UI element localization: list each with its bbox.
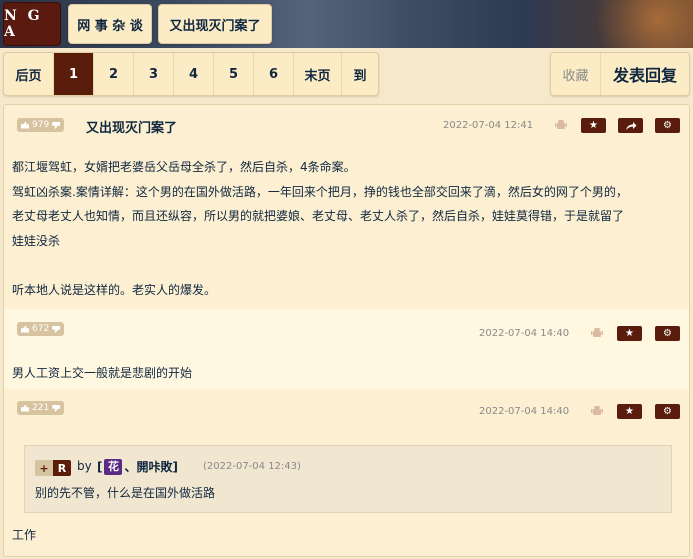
- quote-by-label: by: [77, 459, 92, 473]
- settings-button[interactable]: ⚙: [655, 118, 680, 133]
- thumb-down-icon[interactable]: [52, 325, 61, 333]
- favorite-button[interactable]: 收藏: [551, 53, 601, 95]
- gear-icon: ⚙: [663, 406, 672, 417]
- android-icon: [591, 328, 603, 337]
- content-line: 娃娃没杀: [12, 233, 61, 248]
- post-3: 221 2022-07-04 14:40 ★ ⚙ + R by [ 花 、開咔敗…: [4, 389, 689, 556]
- thread-actions: 收藏 发表回复: [550, 52, 690, 96]
- star-button[interactable]: ★: [617, 326, 642, 341]
- username-text: 、開咔敗]: [124, 460, 178, 474]
- thumb-down-icon[interactable]: [52, 404, 61, 412]
- android-icon: [555, 120, 567, 129]
- breadcrumb-thread[interactable]: 又出现灭门案了: [158, 4, 272, 44]
- quote-username[interactable]: [ 花 、開咔敗]: [97, 458, 178, 475]
- user-flower-badge: 花: [104, 458, 123, 475]
- quote-text: 别的先不管，什么是在国外做活路: [35, 486, 216, 500]
- page-5-button[interactable]: 5: [214, 53, 254, 95]
- pagination: 后页 1 2 3 4 5 6 末页 到: [3, 52, 379, 96]
- share-button[interactable]: [618, 118, 643, 133]
- star-button[interactable]: ★: [617, 404, 642, 419]
- star-icon: ★: [589, 120, 598, 131]
- quote-badge[interactable]: + R: [35, 460, 71, 476]
- quote-block: + R by [ 花 、開咔敗] (2022-07-04 12:43) 别的先不…: [24, 445, 672, 513]
- post-content: 都江堰驾虹，女婿把老婆岳父岳母全杀了，然后自杀，4条命案。 驾虹凶杀案.案情详解…: [12, 155, 682, 302]
- post-date: 2022-07-04 12:41: [443, 120, 534, 131]
- plus-icon[interactable]: +: [35, 460, 53, 476]
- thread-container: 979 又出现灭门案了 2022-07-04 12:41 ★ ⚙ 都江堰驾虹，女…: [3, 104, 690, 557]
- post-content: 男人工资上交一般就是悲剧的开始: [12, 361, 682, 386]
- page-2-button[interactable]: 2: [94, 53, 134, 95]
- last-page-button[interactable]: 末页: [294, 53, 342, 95]
- thumb-down-icon[interactable]: [52, 121, 61, 129]
- content-line: 听本地人说是这样的。老实人的爆发。: [12, 282, 217, 297]
- android-icon: [591, 406, 603, 415]
- gear-icon: ⚙: [663, 328, 672, 339]
- star-icon: ★: [625, 406, 634, 417]
- username-bracket: [: [97, 459, 103, 474]
- share-icon: [625, 121, 636, 130]
- post-content: 工作: [12, 523, 682, 548]
- content-line: 工作: [12, 528, 37, 542]
- page-6-button[interactable]: 6: [254, 53, 294, 95]
- thread-title: 又出现灭门案了: [86, 121, 178, 136]
- page-1-button[interactable]: 1: [54, 53, 94, 95]
- reply-button[interactable]: 发表回复: [601, 53, 689, 95]
- like-count: 979: [32, 120, 50, 130]
- page-3-button[interactable]: 3: [134, 53, 174, 95]
- thumb-up-icon[interactable]: [21, 325, 29, 333]
- quote-date: (2022-07-04 12:43): [203, 461, 301, 472]
- breadcrumb-forum[interactable]: 网 事 杂 谈: [68, 4, 152, 44]
- content-line: 男人工资上交一般就是悲剧的开始: [12, 366, 193, 380]
- like-widget[interactable]: 672: [17, 322, 65, 336]
- content-line: 驾虹凶杀案.案情详解：这个男的在国外做活路，一年回来个把月，挣的钱也全部交回来了…: [12, 184, 628, 199]
- gear-icon: ⚙: [663, 120, 672, 131]
- like-widget[interactable]: 221: [17, 401, 65, 415]
- post-2: 672 2022-07-04 14:40 ★ ⚙ 男人工资上交一般就是悲剧的开始: [4, 309, 689, 389]
- like-count: 221: [32, 403, 50, 413]
- content-line: 老丈母老丈人也知情，而且还纵容，所以男的就把婆娘、老丈母、老丈人杀了，然后自杀，…: [12, 209, 625, 223]
- thumb-up-icon[interactable]: [21, 121, 29, 129]
- banner-glow: [573, 0, 693, 48]
- content-line: [12, 253, 682, 278]
- reply-badge[interactable]: R: [53, 460, 71, 476]
- like-widget[interactable]: 979: [17, 118, 65, 132]
- like-count: 672: [32, 324, 50, 334]
- settings-button[interactable]: ⚙: [655, 404, 680, 419]
- content-line: 都江堰驾虹，女婿把老婆岳父岳母全杀了，然后自杀，4条命案。: [12, 160, 356, 174]
- post-date: 2022-07-04 14:40: [479, 328, 570, 339]
- settings-button[interactable]: ⚙: [655, 326, 680, 341]
- post-1: 979 又出现灭门案了 2022-07-04 12:41 ★ ⚙ 都江堰驾虹，女…: [4, 105, 689, 309]
- page-4-button[interactable]: 4: [174, 53, 214, 95]
- star-button[interactable]: ★: [581, 118, 606, 133]
- star-icon: ★: [625, 328, 634, 339]
- post-date: 2022-07-04 14:40: [479, 406, 570, 417]
- thumb-up-icon[interactable]: [21, 404, 29, 412]
- goto-page-button[interactable]: 到: [342, 53, 378, 95]
- prev-page-button[interactable]: 后页: [4, 53, 54, 95]
- nga-logo[interactable]: N G A: [3, 2, 61, 46]
